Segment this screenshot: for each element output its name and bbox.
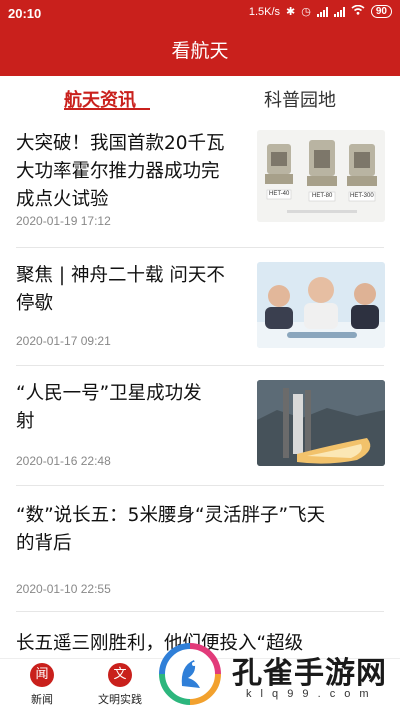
status-bar: 20:10 1.5K/s ✱ ◷ 90 [0,0,400,28]
article-title: 大突破！我国首款20千瓦 大功率霍尔推力器成功完 成点火试验 [16,133,225,210]
tab-bar: 航天资讯 科普园地 [0,80,400,124]
signal-icon-2 [333,6,345,17]
alarm-icon: ◷ [301,6,311,18]
bluetooth-icon: ✱ [286,6,296,18]
article-date: 2020-01-19 17:12 [16,214,111,228]
tab-active-indicator [64,108,150,110]
article-date: 2020-01-17 09:21 [16,334,111,348]
list-item[interactable]: “数”说长五：5米腰身“灵活胖子”飞天 的背后 2020-01-10 22:55 [0,486,400,612]
thumb-label-het300: HET-300 [350,193,374,199]
article-thumbnail [257,262,385,348]
watermark-url: k l q 9 9 . c o m [246,688,372,700]
article-thumbnail: HET-40 HET-80 HET-300 [257,130,385,222]
tab-science-garden[interactable]: 科普园地 [264,86,336,112]
thumb-label-het40: HET-40 [269,191,290,197]
article-title: “人民一号”卫星成功发 射 [16,383,202,432]
nav-item-news[interactable]: 闻 新闻 [24,663,60,707]
status-icons: 1.5K/s ✱ ◷ 90 [248,4,392,18]
article-title: “数”说长五：5米腰身“灵活胖子”飞天 的背后 [16,505,326,554]
signal-icon [316,6,328,17]
wifi-icon [351,4,365,18]
article-title: 聚焦 | 神舟二十载 问天不 停歇 [16,265,225,314]
watermark-text: 孔雀手游网 [232,656,387,691]
list-item[interactable]: 大突破！我国首款20千瓦 大功率霍尔推力器成功完 成点火试验 2020-01-1… [0,124,400,248]
page-title: 看航天 [0,28,400,76]
news-icon: 闻 [30,663,54,687]
status-time: 20:10 [8,6,42,21]
net-speed: 1.5K/s [248,5,281,18]
nav-label-practice: 文明实践 [98,693,142,706]
list-item[interactable]: 聚焦 | 神舟二十载 问天不 停歇 2020-01-17 09:21 [0,248,400,366]
watermark: 孔雀手游网 k l q 9 9 . c o m [150,638,400,710]
list-item[interactable]: “人民一号”卫星成功发 射 2020-01-16 22:48 [0,366,400,486]
article-date: 2020-01-16 22:48 [16,454,111,468]
battery-icon: 90 [370,5,392,18]
thumb-label-het80: HET-80 [312,193,333,199]
article-thumbnail [257,380,385,466]
article-date: 2020-01-10 22:55 [16,582,111,596]
peacock-logo-icon [159,643,221,705]
nav-label-news: 新闻 [31,693,53,706]
nav-item-practice[interactable]: 文 文明实践 [94,663,146,707]
practice-icon: 文 [108,663,132,687]
